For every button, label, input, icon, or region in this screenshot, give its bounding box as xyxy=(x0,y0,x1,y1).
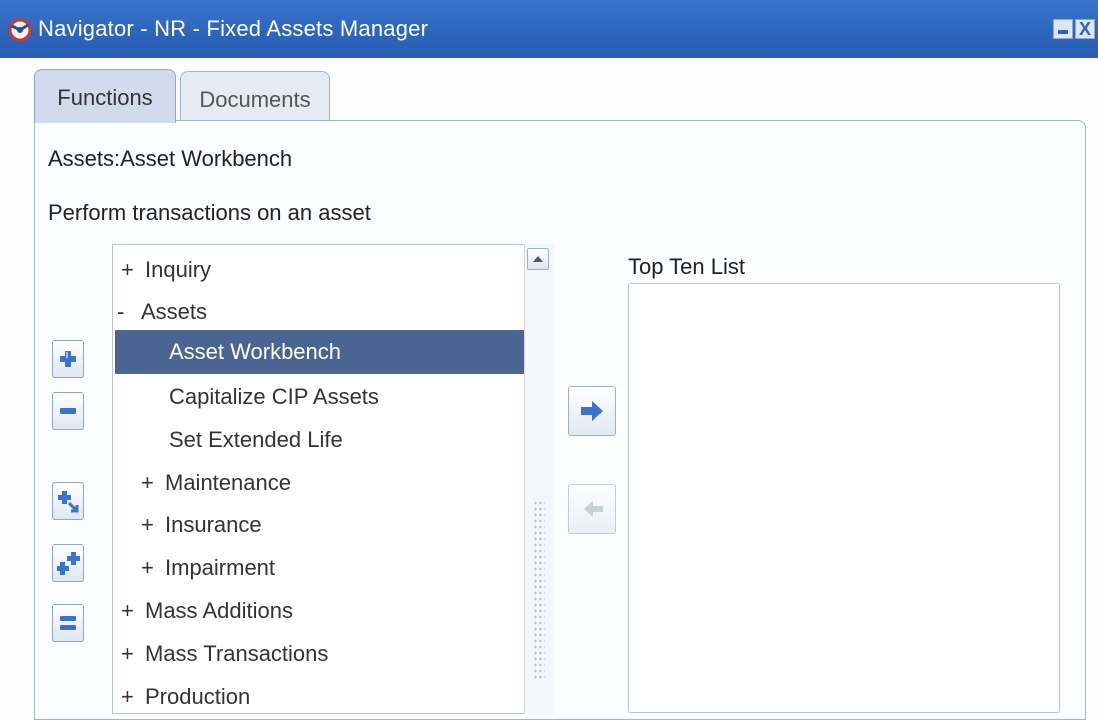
expand-icon xyxy=(60,351,76,367)
tree-item-label: Maintenance xyxy=(165,470,291,495)
tree-item-set-extended-life[interactable]: Set Extended Life xyxy=(113,418,553,462)
expand-branch-button[interactable] xyxy=(52,482,84,520)
expand-button[interactable] xyxy=(52,340,84,378)
collapse-icon xyxy=(60,408,76,414)
tree-item-label: Asset Workbench xyxy=(169,339,342,364)
arrow-up-icon xyxy=(533,256,543,262)
remove-from-top-ten-button[interactable] xyxy=(568,484,616,534)
function-title: Assets:Asset Workbench xyxy=(48,146,293,171)
tree-item-mass-transactions[interactable]: + Mass Transactions xyxy=(113,632,533,676)
tree-item-label: Assets xyxy=(141,299,208,324)
oracle-app-icon xyxy=(8,18,32,42)
collapse-all-button[interactable] xyxy=(52,604,84,642)
tree-item-impairment[interactable]: + Impairment xyxy=(113,546,553,590)
tree-toggle[interactable]: + xyxy=(121,589,145,633)
tree-item-label: Mass Transactions xyxy=(145,641,329,666)
add-to-top-ten-button[interactable] xyxy=(568,386,616,436)
tree-toggle[interactable]: + xyxy=(141,461,165,505)
tree-toggle[interactable]: + xyxy=(141,546,165,590)
tab-functions[interactable]: Functions xyxy=(34,69,176,123)
tree-item-insurance[interactable]: + Insurance xyxy=(113,503,553,547)
top-ten-label: Top Ten List xyxy=(628,254,746,279)
collapse-button[interactable] xyxy=(52,392,84,430)
expand-all-icon xyxy=(57,552,80,575)
minimize-button[interactable] xyxy=(1053,19,1073,39)
expand-all-button[interactable] xyxy=(52,544,84,582)
tree-item-inquiry[interactable]: + Inquiry xyxy=(113,248,533,292)
close-button[interactable]: X xyxy=(1075,19,1095,39)
tree-toggle[interactable]: + xyxy=(141,503,165,547)
tree-toggle[interactable]: - xyxy=(117,290,141,334)
tree-item-label: Inquiry xyxy=(145,257,212,282)
collapse-all-icon xyxy=(60,616,76,630)
function-description: Perform transactions on an asset xyxy=(48,200,371,225)
function-tree[interactable]: + Inquiry - Assets Asset Workbench Capital… xyxy=(112,244,554,714)
arrow-right-icon xyxy=(581,401,603,421)
tab-documents[interactable]: Documents xyxy=(180,71,330,120)
tree-toggle[interactable]: + xyxy=(121,675,145,713)
tree-item-asset-workbench[interactable]: Asset Workbench xyxy=(115,330,525,374)
scroll-up-button[interactable] xyxy=(527,248,549,270)
tree-item-label: Set Extended Life xyxy=(169,427,343,452)
arrow-left-icon xyxy=(584,501,603,517)
tree-item-label: Production xyxy=(145,684,251,709)
expand-branch-icon xyxy=(58,491,79,513)
tree-item-capitalize-cip-assets[interactable]: Capitalize CIP Assets xyxy=(113,375,553,419)
tree-item-label: Impairment xyxy=(165,555,276,580)
title-bar: Navigator - NR - Fixed Assets Manager X xyxy=(0,0,1098,58)
scrollbar-grip[interactable] xyxy=(533,500,545,680)
top-ten-list[interactable] xyxy=(628,283,1060,713)
tree-item-mass-additions[interactable]: + Mass Additions xyxy=(113,589,533,633)
tree-item-production[interactable]: + Production xyxy=(113,675,533,713)
window-title: Navigator - NR - Fixed Assets Manager xyxy=(38,16,429,41)
tree-item-label: Insurance xyxy=(165,512,262,537)
tree-item-label: Mass Additions xyxy=(145,598,293,623)
tree-item-maintenance[interactable]: + Maintenance xyxy=(113,461,553,505)
tree-item-label: Capitalize CIP Assets xyxy=(169,384,379,409)
minimize-icon xyxy=(1058,30,1068,34)
tree-toggle[interactable]: + xyxy=(121,632,145,676)
tree-toggle[interactable]: + xyxy=(121,248,145,292)
tree-item-assets[interactable]: - Assets xyxy=(113,290,529,334)
